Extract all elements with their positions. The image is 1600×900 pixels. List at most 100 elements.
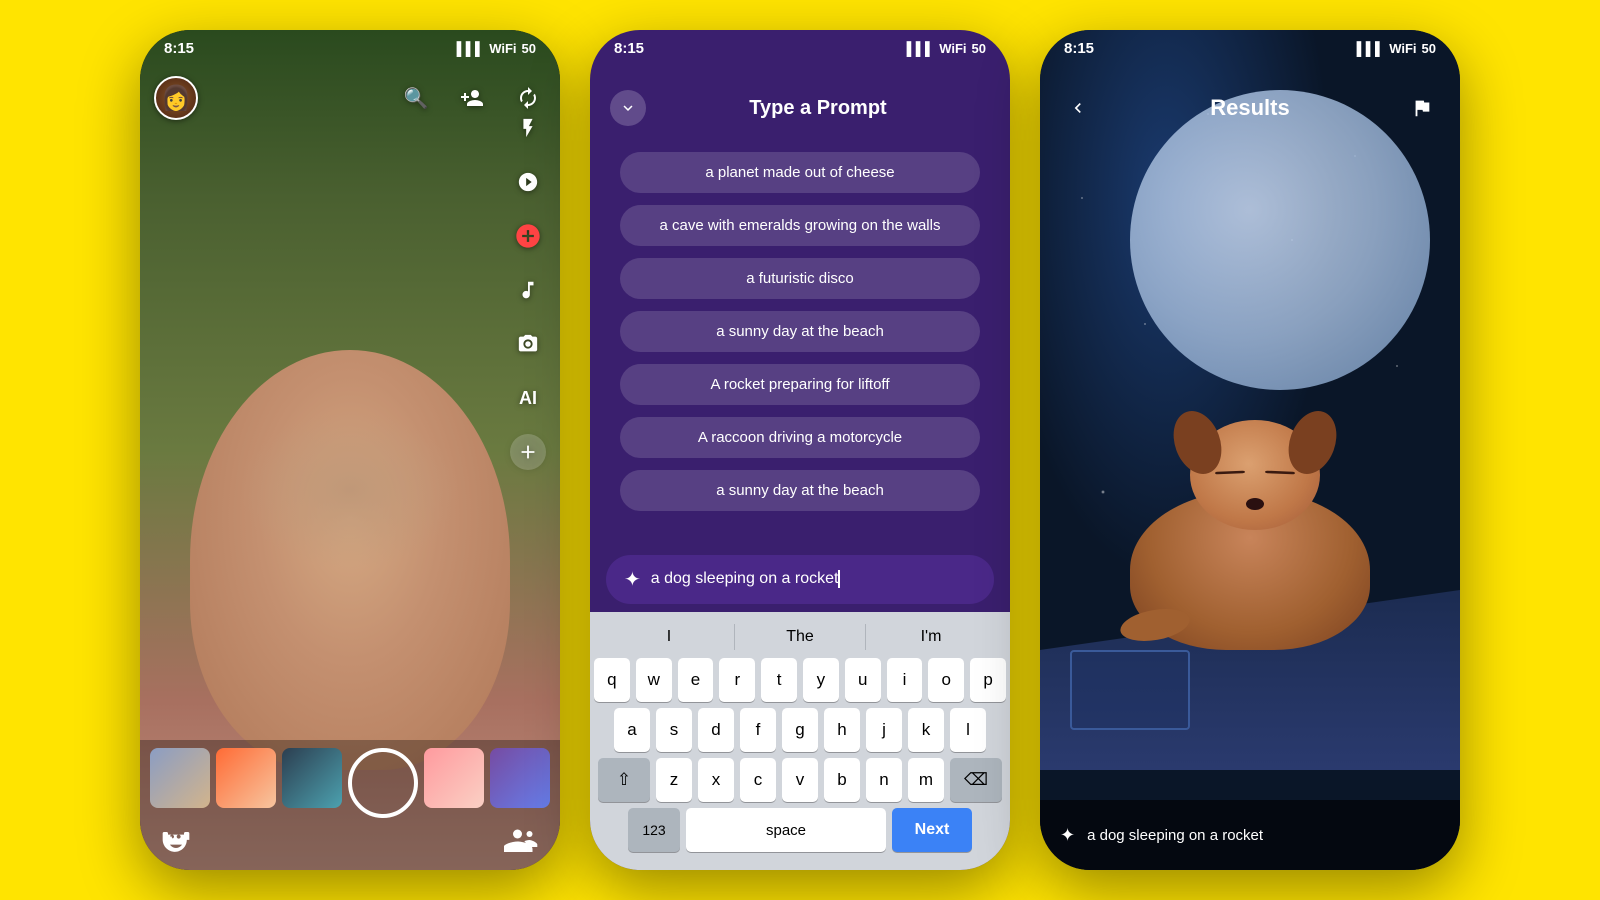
key-m[interactable]: m [908, 758, 944, 802]
signal-icon-3: ▌▌▌ [1357, 41, 1385, 56]
key-g[interactable]: g [782, 708, 818, 752]
thumbnail-strip [140, 740, 560, 822]
effects-icon[interactable] [510, 164, 546, 200]
results-screen: 8:15 ▌▌▌ WiFi 50 Results ✦ a dog sleepin… [1040, 30, 1460, 870]
key-row-4: 123 space Next [594, 808, 1006, 852]
status-icons-2: ▌▌▌ WiFi 50 [907, 41, 986, 56]
results-bottom-bar: ✦ a dog sleeping on a rocket [1040, 800, 1460, 870]
battery-icon-1: 50 [522, 41, 536, 56]
shutter-button[interactable] [348, 748, 418, 818]
key-l[interactable]: l [950, 708, 986, 752]
key-f[interactable]: f [740, 708, 776, 752]
key-b[interactable]: b [824, 758, 860, 802]
next-button[interactable]: Next [892, 808, 972, 852]
flash-icon[interactable] [510, 110, 546, 146]
key-shift[interactable]: ⇧ [598, 758, 650, 802]
keyboard-suggestions-row: I The I'm [594, 620, 1006, 658]
key-n[interactable]: n [866, 758, 902, 802]
key-e[interactable]: e [678, 658, 714, 702]
keyboard: I The I'm q w e r t y u i o p a s d f [590, 612, 1010, 870]
results-header: Results [1040, 74, 1460, 142]
face-effects-icon[interactable] [160, 824, 192, 863]
key-v[interactable]: v [782, 758, 818, 802]
music-icon[interactable] [510, 272, 546, 308]
key-row-2: a s d f g h j k l [594, 708, 1006, 752]
thumbnail-2[interactable] [216, 748, 276, 808]
search-icon[interactable]: 🔍 [398, 80, 434, 116]
key-123[interactable]: 123 [628, 808, 680, 852]
key-d[interactable]: d [698, 708, 734, 752]
status-bar-3: 8:15 ▌▌▌ WiFi 50 [1040, 30, 1460, 61]
thumbnail-4[interactable] [424, 748, 484, 808]
suggestion-1[interactable]: a planet made out of cheese [620, 152, 980, 193]
dog-head-shape [1190, 420, 1320, 530]
add-icon[interactable] [510, 434, 546, 470]
key-p[interactable]: p [970, 658, 1006, 702]
wifi-icon-3: WiFi [1389, 41, 1416, 56]
add-friend-icon[interactable] [454, 80, 490, 116]
right-tool-icons: AI [510, 110, 546, 470]
suggest-im[interactable]: I'm [866, 624, 996, 650]
dog-figure [1110, 410, 1390, 650]
camera-bottom-icons [140, 822, 560, 865]
prompt-input[interactable]: a dog sleeping on a rocket [651, 570, 976, 588]
key-space[interactable]: space [686, 808, 886, 852]
key-q[interactable]: q [594, 658, 630, 702]
suggestion-7[interactable]: a sunny day at the beach [620, 470, 980, 511]
suggestion-3[interactable]: a futuristic disco [620, 258, 980, 299]
thumbnail-3[interactable] [282, 748, 342, 808]
prompt-title: Type a Prompt [646, 97, 990, 120]
key-i[interactable]: i [887, 658, 923, 702]
time-1: 8:15 [164, 40, 194, 57]
key-x[interactable]: x [698, 758, 734, 802]
time-3: 8:15 [1064, 40, 1094, 57]
results-prompt-label: a dog sleeping on a rocket [1087, 827, 1263, 844]
results-title: Results [1096, 95, 1404, 121]
key-z[interactable]: z [656, 758, 692, 802]
signal-icon-1: ▌▌▌ [457, 41, 485, 56]
generated-image [1040, 30, 1460, 870]
back-button[interactable] [610, 90, 646, 126]
dog-ear-right [1280, 404, 1345, 480]
key-backspace[interactable]: ⌫ [950, 758, 1002, 802]
suggestion-4[interactable]: a sunny day at the beach [620, 311, 980, 352]
key-u[interactable]: u [845, 658, 881, 702]
dog-eye-left [1215, 471, 1245, 475]
camera-top-bar: 👩 🔍 [140, 76, 560, 120]
wifi-icon-1: WiFi [489, 41, 516, 56]
results-back-button[interactable] [1060, 90, 1096, 126]
phone-prompt: 8:15 ▌▌▌ WiFi 50 Type a Prompt a planet … [590, 30, 1010, 870]
key-w[interactable]: w [636, 658, 672, 702]
suggestion-2[interactable]: a cave with emeralds growing on the wall… [620, 205, 980, 246]
prompt-input-container[interactable]: ✦ a dog sleeping on a rocket [606, 555, 994, 604]
key-j[interactable]: j [866, 708, 902, 752]
dog-nose-shape [1246, 498, 1264, 510]
key-k[interactable]: k [908, 708, 944, 752]
thumbnail-5[interactable] [490, 748, 550, 808]
plus-circle-icon[interactable] [510, 218, 546, 254]
key-r[interactable]: r [719, 658, 755, 702]
key-a[interactable]: a [614, 708, 650, 752]
friends-camera-icon[interactable] [504, 822, 540, 865]
key-s[interactable]: s [656, 708, 692, 752]
suggestion-5[interactable]: A rocket preparing for liftoff [620, 364, 980, 405]
suggest-i[interactable]: I [604, 624, 735, 650]
key-t[interactable]: t [761, 658, 797, 702]
key-h[interactable]: h [824, 708, 860, 752]
wifi-icon-2: WiFi [939, 41, 966, 56]
suggestion-list: a planet made out of cheese a cave with … [590, 136, 1010, 555]
text-cursor [838, 570, 840, 588]
camera-bottom-bar [140, 740, 560, 870]
key-o[interactable]: o [928, 658, 964, 702]
key-y[interactable]: y [803, 658, 839, 702]
avatar-icon[interactable]: 👩 [154, 76, 198, 120]
ai-label[interactable]: AI [510, 380, 546, 416]
suggestion-6[interactable]: A raccoon driving a motorcycle [620, 417, 980, 458]
results-flag-button[interactable] [1404, 90, 1440, 126]
battery-icon-2: 50 [972, 41, 986, 56]
time-2: 8:15 [614, 40, 644, 57]
thumbnail-1[interactable] [150, 748, 210, 808]
key-c[interactable]: c [740, 758, 776, 802]
camera-settings-icon[interactable] [510, 326, 546, 362]
suggest-the[interactable]: The [735, 624, 866, 650]
